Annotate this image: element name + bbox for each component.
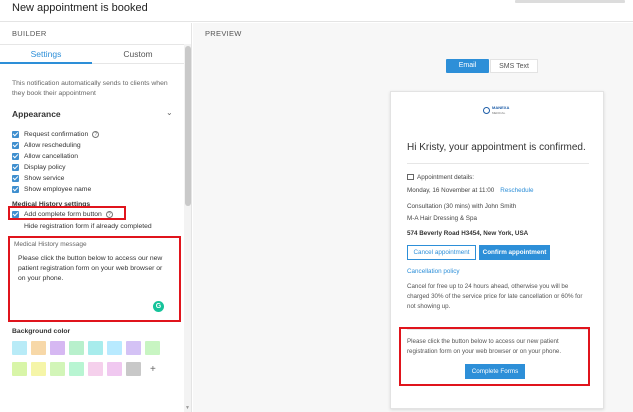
- option-label: Request confirmation: [24, 130, 89, 138]
- reschedule-link[interactable]: Reschedule: [500, 187, 533, 194]
- logo-subtext: MEDICAL: [492, 111, 506, 115]
- color-swatch[interactable]: [31, 341, 46, 355]
- grammarly-icon[interactable]: G: [153, 301, 164, 312]
- checkbox-checked-icon[interactable]: [12, 163, 19, 171]
- channel-email-button[interactable]: Email: [446, 59, 489, 73]
- color-swatch[interactable]: [88, 362, 103, 376]
- color-swatch[interactable]: [69, 341, 84, 355]
- hide-registration-option[interactable]: Hide registration form if already comple…: [24, 223, 152, 230]
- option-label: Show employee name: [24, 185, 92, 193]
- email-greeting: Hi Kristy, your appointment is confirmed…: [407, 142, 586, 153]
- title-bar: New appointment is booked: [0, 0, 633, 22]
- scroll-thumb[interactable]: [185, 46, 191, 206]
- medical-history-message-field[interactable]: Medical History message Please click the…: [8, 236, 181, 322]
- color-swatch[interactable]: [88, 341, 103, 355]
- option-allow-cancellation[interactable]: Allow cancellation: [12, 151, 78, 161]
- appointment-service: Consultation (30 mins) with John Smith: [407, 203, 517, 210]
- checkbox-checked-icon[interactable]: [12, 130, 19, 138]
- page-title: New appointment is booked: [12, 2, 148, 14]
- logo-mark-icon: [483, 107, 490, 114]
- brand-logo: MANEXA MEDICAL: [483, 105, 513, 116]
- appearance-heading[interactable]: Appearance: [12, 109, 61, 119]
- color-swatch[interactable]: [126, 341, 141, 355]
- calendar-icon: [407, 174, 414, 180]
- option-show-employee-name[interactable]: Show employee name: [12, 184, 91, 194]
- complete-forms-button[interactable]: Complete Forms: [465, 364, 525, 379]
- color-swatch[interactable]: [69, 362, 84, 376]
- details-label-text: Appointment details:: [417, 174, 475, 181]
- checkbox-checked-icon[interactable]: [12, 141, 19, 149]
- appointment-details-label: Appointment details:: [407, 174, 474, 181]
- notification-intro: This notification automatically sends to…: [12, 80, 168, 97]
- checkbox-checked-icon[interactable]: [12, 185, 19, 193]
- message-field-label: Medical History message: [14, 241, 87, 248]
- help-icon[interactable]: ?: [92, 130, 100, 138]
- background-color-label: Background color: [12, 328, 71, 335]
- color-swatch[interactable]: [145, 341, 160, 355]
- builder-panel: BUILDER Settings Custom ▼ This notificat…: [0, 23, 192, 412]
- divider: [407, 163, 589, 164]
- appointment-datetime: Monday, 16 November at 11:00 Reschedule: [407, 187, 534, 194]
- option-label: Display policy: [24, 163, 66, 171]
- option-show-service[interactable]: Show service: [12, 173, 64, 183]
- chevron-down-icon[interactable]: ⌄: [166, 108, 173, 117]
- confirm-appointment-button[interactable]: Confirm appointment: [479, 245, 550, 260]
- cancellation-policy-text: Cancel for free up to 24 hours ahead, ot…: [407, 283, 583, 310]
- tab-settings[interactable]: Settings: [0, 45, 92, 64]
- scroll-down-icon[interactable]: ▼: [185, 405, 190, 411]
- forms-message-text: Please click the button below to access …: [407, 338, 562, 355]
- builder-scrollbar[interactable]: ▼: [184, 44, 191, 412]
- checkbox-checked-icon[interactable]: [12, 174, 19, 182]
- cancellation-policy-link[interactable]: Cancellation policy: [407, 268, 460, 275]
- cancel-appointment-button[interactable]: Cancel appointment: [407, 245, 476, 260]
- color-swatch[interactable]: [50, 341, 65, 355]
- appointment-address: 574 Beverly Road H3454, New York, USA: [407, 230, 529, 237]
- add-color-icon[interactable]: +: [150, 364, 156, 375]
- builder-label: BUILDER: [12, 29, 47, 38]
- channel-sms-button[interactable]: SMS Text: [490, 59, 538, 73]
- color-swatch[interactable]: [31, 362, 46, 376]
- datetime-text: Monday, 16 November at 11:00: [407, 187, 495, 194]
- option-display-policy[interactable]: Display policy: [12, 162, 66, 172]
- option-label: Show service: [24, 174, 65, 182]
- color-swatch[interactable]: [12, 362, 27, 376]
- logo-text: MANEXA: [492, 105, 510, 110]
- tab-custom[interactable]: Custom: [92, 45, 184, 64]
- color-swatch[interactable]: [107, 341, 122, 355]
- preview-label: PREVIEW: [205, 29, 242, 38]
- message-text[interactable]: Please click the button below to access …: [18, 254, 168, 284]
- color-swatch[interactable]: [50, 362, 65, 376]
- option-label: Allow rescheduling: [24, 141, 81, 149]
- color-swatch[interactable]: [12, 341, 27, 355]
- appointment-business: M-A Hair Dressing & Spa: [407, 215, 477, 222]
- top-strip: [515, 0, 625, 3]
- checkbox-checked-icon[interactable]: [12, 152, 19, 160]
- color-swatch[interactable]: [107, 362, 122, 376]
- builder-tabs: Settings Custom: [0, 44, 184, 64]
- color-swatch[interactable]: [126, 362, 141, 376]
- highlight-box: [8, 206, 126, 220]
- option-label: Allow cancellation: [24, 152, 79, 160]
- option-allow-rescheduling[interactable]: Allow rescheduling: [12, 140, 81, 150]
- option-request-confirmation[interactable]: Request confirmation ?: [12, 129, 100, 139]
